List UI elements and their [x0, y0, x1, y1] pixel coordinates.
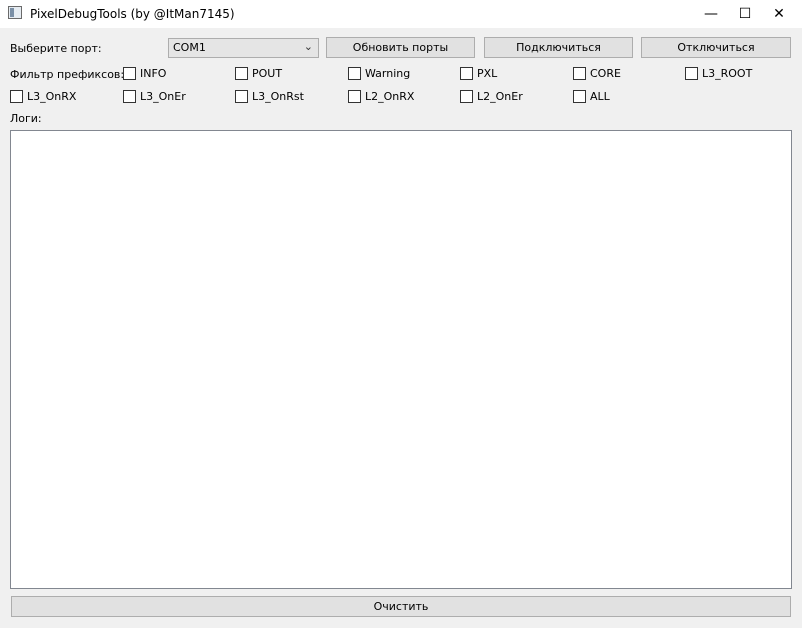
checkbox-label: L3_OnRX: [27, 90, 77, 103]
logs-textarea[interactable]: [10, 130, 792, 589]
checkbox-box[interactable]: [235, 67, 248, 80]
checkbox-box[interactable]: [123, 67, 136, 80]
chevron-down-icon: ⌄: [303, 40, 313, 53]
connect-button[interactable]: Подключиться: [484, 37, 633, 58]
refresh-ports-button[interactable]: Обновить порты: [326, 37, 475, 58]
filter-label: Фильтр префиксов:: [10, 68, 125, 81]
checkbox-label: L3_ROOT: [702, 67, 753, 80]
checkbox-label: ALL: [590, 90, 610, 103]
checkbox-box[interactable]: [460, 67, 473, 80]
checkbox-box[interactable]: [685, 67, 698, 80]
title-bar: PixelDebugTools (by @ItMan7145) — ☐ ✕: [0, 0, 802, 28]
close-button[interactable]: ✕: [756, 0, 802, 28]
checkbox-label: L3_OnEr: [140, 90, 186, 103]
port-select-value: COM1: [173, 41, 206, 54]
checkbox-label: POUT: [252, 67, 283, 80]
checkbox-box[interactable]: [573, 67, 586, 80]
window-title: PixelDebugTools (by @ItMan7145): [30, 7, 235, 21]
checkbox-label: Warning: [365, 67, 411, 80]
checkbox-box[interactable]: [348, 90, 361, 103]
checkbox-box[interactable]: [123, 90, 136, 103]
disconnect-button[interactable]: Отключиться: [641, 37, 791, 58]
port-label: Выберите порт:: [10, 42, 102, 55]
clear-button[interactable]: Очистить: [11, 596, 791, 617]
checkbox-box[interactable]: [573, 90, 586, 103]
checkbox-box[interactable]: [460, 90, 473, 103]
checkbox-box[interactable]: [348, 67, 361, 80]
checkbox-label: PXL: [477, 67, 498, 80]
checkbox-box[interactable]: [10, 90, 23, 103]
checkbox-label: L2_OnRX: [365, 90, 415, 103]
app-icon: [8, 6, 22, 19]
checkbox-label: CORE: [590, 67, 621, 80]
logs-label: Логи:: [10, 112, 42, 125]
port-select[interactable]: COM1 ⌄: [168, 38, 319, 58]
checkbox-label: INFO: [140, 67, 167, 80]
checkbox-box[interactable]: [235, 90, 248, 103]
checkbox-label: L2_OnEr: [477, 90, 523, 103]
checkbox-label: L3_OnRst: [252, 90, 304, 103]
